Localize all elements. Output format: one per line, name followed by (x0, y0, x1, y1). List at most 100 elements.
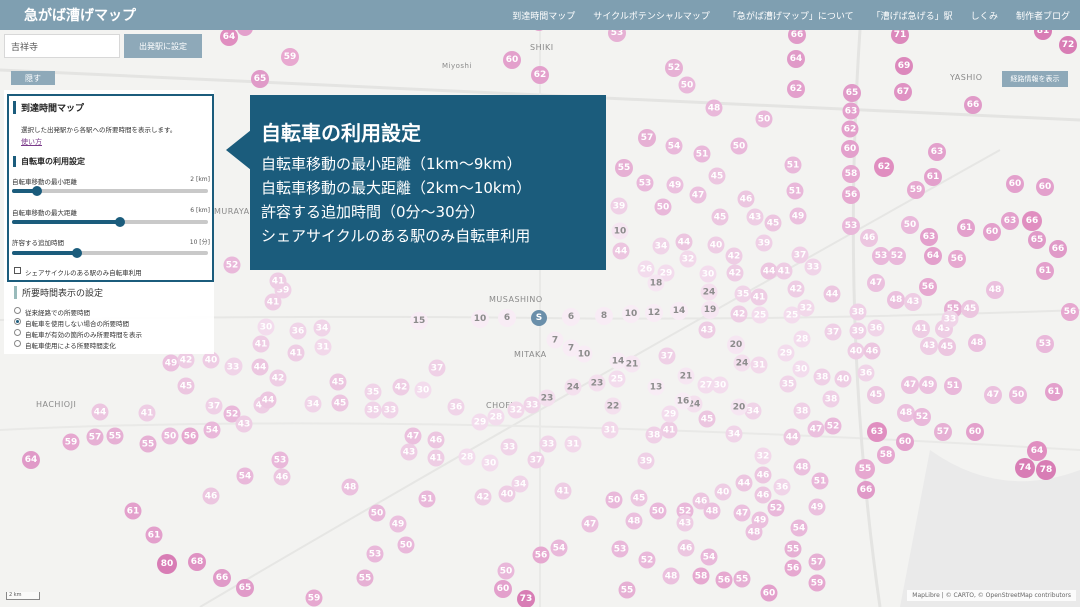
station-marker[interactable]: 56 (948, 250, 966, 268)
station-marker[interactable]: 31 (564, 435, 582, 453)
station-marker[interactable]: 47 (984, 386, 1002, 404)
radio-conventional[interactable] (14, 307, 21, 314)
station-marker[interactable]: 37 (205, 397, 223, 415)
station-marker[interactable]: 43 (920, 337, 938, 355)
station-marker[interactable]: 53 (611, 540, 629, 558)
station-marker[interactable]: 48 (986, 281, 1004, 299)
station-marker[interactable]: 51 (693, 145, 711, 163)
station-marker[interactable]: 45 (938, 338, 956, 356)
station-marker[interactable]: 64 (1027, 441, 1047, 461)
station-marker[interactable]: 29 (777, 344, 795, 362)
station-marker[interactable]: 56 (919, 278, 937, 296)
station-marker[interactable]: 35 (364, 401, 382, 419)
station-marker[interactable]: 61 (145, 526, 163, 544)
station-marker[interactable]: 64 (22, 451, 40, 469)
station-marker[interactable]: 35 (779, 375, 797, 393)
station-marker[interactable]: 49 (919, 376, 937, 394)
station-marker[interactable]: 55 (618, 581, 636, 599)
station-marker[interactable]: 50 (368, 504, 386, 522)
station-marker[interactable]: 61 (1036, 262, 1054, 280)
nav-arrival-time-map[interactable]: 到達時間マップ (512, 9, 575, 22)
station-marker[interactable]: 35 (734, 285, 752, 303)
station-marker[interactable]: 24 (564, 378, 582, 396)
station-marker[interactable]: 37 (658, 347, 676, 365)
station-marker[interactable]: 42 (725, 247, 743, 265)
station-marker[interactable]: 51 (786, 182, 804, 200)
set-origin-button[interactable]: 出発駅に設定 (124, 34, 202, 58)
station-marker[interactable]: 68 (188, 553, 206, 571)
extra-time-slider[interactable] (12, 248, 208, 258)
station-marker[interactable]: 38 (645, 426, 663, 444)
station-marker[interactable]: 50 (678, 76, 696, 94)
radio-change[interactable] (14, 340, 21, 347)
slider-thumb[interactable] (71, 248, 82, 258)
station-marker[interactable]: 44 (783, 428, 801, 446)
station-marker[interactable]: 6 (562, 308, 580, 326)
station-marker[interactable]: 41 (912, 320, 930, 338)
station-marker[interactable]: 10 (471, 310, 489, 328)
station-marker[interactable]: 60 (966, 423, 984, 441)
station-marker[interactable]: 44 (823, 285, 841, 303)
station-marker[interactable]: 36 (289, 322, 307, 340)
station-marker[interactable]: 48 (745, 523, 763, 541)
station-marker[interactable]: 42 (177, 351, 195, 369)
station-marker[interactable]: 32 (754, 447, 772, 465)
station-marker[interactable]: 33 (381, 401, 399, 419)
station-marker[interactable]: 46 (863, 342, 881, 360)
station-marker[interactable]: 14 (609, 352, 627, 370)
station-marker[interactable]: 55 (139, 435, 157, 453)
station-marker[interactable]: 40 (707, 236, 725, 254)
station-marker[interactable]: 52 (223, 256, 241, 274)
station-marker[interactable]: 66 (213, 569, 231, 587)
station-marker[interactable]: 39 (849, 322, 867, 340)
station-marker[interactable]: 52 (913, 408, 931, 426)
station-marker[interactable]: 57 (934, 423, 952, 441)
station-marker[interactable]: 63 (928, 143, 946, 161)
station-marker[interactable]: 65 (1028, 231, 1046, 249)
station-marker[interactable]: 51 (418, 490, 436, 508)
station-marker[interactable]: 57 (86, 428, 104, 446)
station-marker[interactable]: 45 (329, 373, 347, 391)
station-marker[interactable]: 46 (427, 431, 445, 449)
station-marker[interactable]: 46 (860, 229, 878, 247)
station-marker[interactable]: 23 (538, 389, 556, 407)
station-marker[interactable]: 54 (236, 467, 254, 485)
station-marker[interactable]: 42 (392, 378, 410, 396)
nav-cycle-potential-map[interactable]: サイクルポテンシャルマップ (593, 9, 710, 22)
station-marker[interactable]: 33 (500, 438, 518, 456)
station-marker[interactable]: 60 (841, 140, 859, 158)
station-marker[interactable]: 55 (615, 159, 633, 177)
station-marker[interactable]: 6 (498, 309, 516, 327)
origin-station-marker[interactable]: S (531, 310, 547, 326)
station-marker[interactable]: 59 (808, 574, 826, 592)
station-marker[interactable]: 33 (539, 435, 557, 453)
station-marker[interactable]: 49 (389, 515, 407, 533)
station-marker[interactable]: 43 (698, 321, 716, 339)
nav-stations[interactable]: 「漕げば急げる」駅 (872, 9, 953, 22)
station-marker[interactable]: 52 (824, 417, 842, 435)
station-marker[interactable]: 59 (281, 48, 299, 66)
station-marker[interactable]: 41 (252, 335, 270, 353)
station-marker[interactable]: 37 (428, 359, 446, 377)
station-marker[interactable]: 16 (674, 392, 692, 410)
station-marker[interactable]: 41 (750, 288, 768, 306)
station-marker[interactable]: 45 (764, 214, 782, 232)
station-marker[interactable]: 42 (787, 280, 805, 298)
station-marker[interactable]: 32 (679, 250, 697, 268)
app-brand[interactable]: 急がば漕げマップ (24, 5, 136, 25)
station-marker[interactable]: 28 (487, 408, 505, 426)
station-marker[interactable]: 40 (714, 483, 732, 501)
station-marker[interactable]: 60 (983, 223, 1001, 241)
station-marker[interactable]: 44 (91, 403, 109, 421)
station-marker[interactable]: 38 (849, 303, 867, 321)
station-marker[interactable]: 61 (124, 502, 142, 520)
station-marker[interactable]: 34 (725, 425, 743, 443)
station-marker[interactable]: 55 (356, 569, 374, 587)
station-marker[interactable]: 45 (961, 300, 979, 318)
station-marker[interactable]: 38 (822, 390, 840, 408)
station-marker[interactable]: 39 (637, 452, 655, 470)
station-marker[interactable]: 34 (652, 237, 670, 255)
station-marker[interactable]: 42 (474, 488, 492, 506)
station-marker[interactable]: 62 (874, 157, 894, 177)
station-marker[interactable]: 63 (920, 228, 938, 246)
